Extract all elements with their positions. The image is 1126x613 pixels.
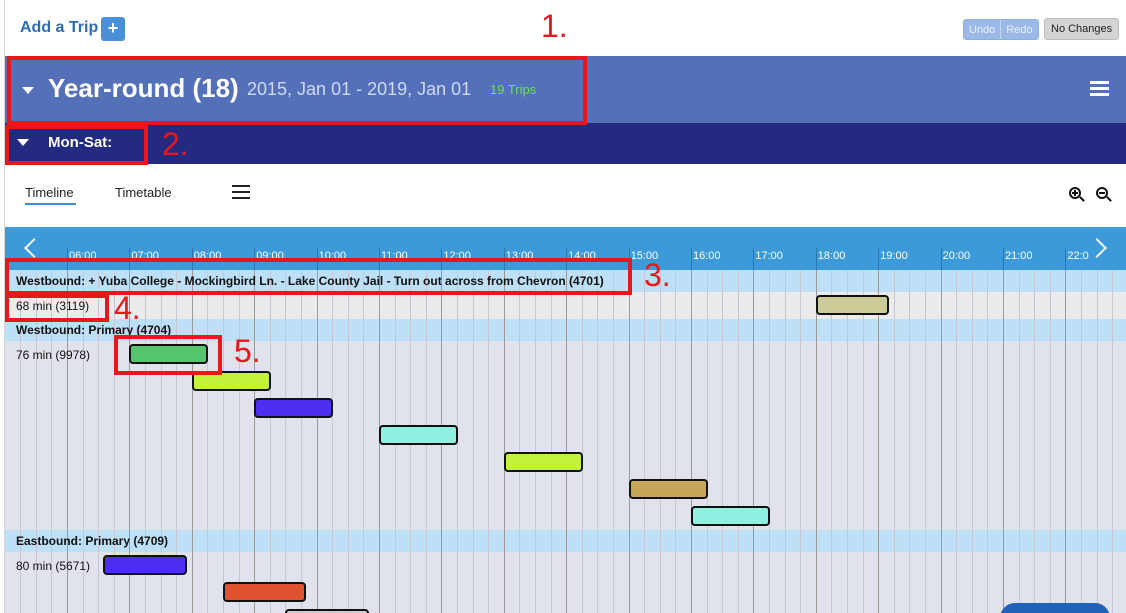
- grid-line: [784, 270, 786, 613]
- grid-line: [1003, 270, 1004, 613]
- grid-line: [581, 270, 583, 613]
- axis-tick-label: 22:0: [1067, 250, 1089, 262]
- timeline-grid: Westbound: + Yuba College - Mockingbird …: [5, 270, 1126, 613]
- annotation-box-1: [7, 56, 587, 125]
- grid-line: [722, 270, 724, 613]
- calendar-menu-icon[interactable]: [1090, 81, 1109, 96]
- zoom-in-icon[interactable]: [1069, 187, 1086, 204]
- grid-line: [1096, 270, 1098, 613]
- annotation-box-4: [5, 294, 109, 322]
- axis-tick-label: 20:00: [942, 250, 971, 262]
- undo-redo-group: Undo Redo: [963, 19, 1039, 40]
- axis-tick-label: 21:00: [1005, 250, 1033, 262]
- grid-line: [737, 270, 739, 613]
- trip-bar[interactable]: [254, 398, 334, 418]
- no-changes-button[interactable]: No Changes: [1044, 18, 1120, 40]
- grid-line: [815, 270, 817, 613]
- grid-line: [847, 270, 848, 613]
- grid-line: [1112, 270, 1114, 613]
- annotation-number-2: 2.: [162, 126, 189, 162]
- grid-line: [285, 270, 287, 613]
- grid-line: [878, 270, 880, 613]
- floating-action-button[interactable]: [1000, 603, 1110, 613]
- grid-line: [503, 270, 505, 613]
- grid-line: [301, 270, 302, 613]
- trip-bar[interactable]: [503, 452, 583, 472]
- grid-line: [1049, 270, 1051, 613]
- grid-line: [269, 270, 271, 613]
- grid-line: [971, 270, 973, 613]
- zoom-out-icon[interactable]: [1096, 187, 1113, 204]
- grid-line: [613, 270, 614, 613]
- annotation-number-5: 5.: [234, 333, 261, 369]
- grid-line: [597, 270, 599, 613]
- grid-line: [644, 270, 646, 613]
- trip-bar[interactable]: [815, 295, 889, 315]
- grid-line: [706, 270, 708, 613]
- grid-line: [191, 270, 193, 613]
- axis-tick-label: 17:00: [755, 250, 783, 262]
- grid-line: [862, 270, 864, 613]
- grid-line: [893, 270, 895, 613]
- tab-active-underline: [25, 203, 76, 205]
- tab-timeline[interactable]: Timeline: [25, 185, 74, 200]
- trip-timeline-page: Add a Trip + Undo Redo No Changes Year-r…: [0, 0, 1126, 613]
- trip-duration-label: 76 min (9978): [16, 348, 91, 362]
- grid-line: [363, 270, 365, 613]
- add-trip-button[interactable]: +: [101, 17, 125, 41]
- grid-line: [769, 270, 770, 613]
- grid-line: [550, 270, 552, 613]
- grid-line: [472, 270, 474, 613]
- annotation-number-4: 4.: [114, 290, 141, 326]
- grid-line: [1018, 270, 1020, 613]
- annotation-box-3: [5, 258, 632, 295]
- grid-line: [753, 270, 755, 613]
- grid-line: [347, 270, 349, 613]
- annotation-number-3: 3.: [644, 257, 671, 293]
- view-menu-icon[interactable]: [232, 185, 250, 199]
- grid-line: [519, 270, 521, 613]
- grid-line: [223, 270, 224, 613]
- grid-line: [800, 270, 802, 613]
- trip-bar[interactable]: [691, 506, 771, 526]
- grid-line: [535, 270, 536, 613]
- grid-line: [987, 270, 989, 613]
- grid-line: [488, 270, 490, 613]
- pattern-name[interactable]: Eastbound: Primary (4709): [16, 534, 168, 548]
- undo-button[interactable]: Undo: [964, 20, 1001, 39]
- add-trip-link[interactable]: Add a Trip: [20, 19, 98, 37]
- grid-line: [238, 270, 240, 613]
- redo-button[interactable]: Redo: [1000, 20, 1038, 39]
- grid-line: [956, 270, 958, 613]
- trip-duration-label: 80 min (5671): [16, 559, 91, 573]
- grid-line: [940, 270, 942, 613]
- grid-line: [1081, 270, 1082, 613]
- grid-line: [925, 270, 926, 613]
- trip-bar[interactable]: [379, 425, 459, 445]
- trip-bar[interactable]: [628, 479, 708, 499]
- axis-tick-label: 19:00: [880, 250, 908, 262]
- trip-bar[interactable]: [103, 555, 187, 575]
- trip-bar[interactable]: [285, 609, 369, 613]
- annotation-box-5: [114, 335, 222, 375]
- axis-tick-label: 18:00: [817, 250, 846, 262]
- grid-line: [566, 270, 568, 613]
- grid-line: [628, 270, 630, 613]
- trip-bar[interactable]: [223, 582, 307, 602]
- grid-line: [1065, 270, 1067, 613]
- tab-timetable[interactable]: Timetable: [115, 185, 172, 200]
- axis-tick-label: 16:00: [693, 250, 721, 262]
- grid-line: [691, 270, 692, 613]
- grid-line: [207, 270, 209, 613]
- grid-line: [831, 270, 833, 613]
- annotation-box-2: [5, 125, 148, 165]
- grid-line: [675, 270, 677, 613]
- grid-line: [1034, 270, 1036, 613]
- grid-line: [909, 270, 911, 613]
- grid-line: [332, 270, 334, 613]
- grid-line: [254, 270, 256, 613]
- annotation-number-1: 1.: [541, 8, 568, 44]
- grid-line: [316, 270, 318, 613]
- grid-line: [659, 270, 661, 613]
